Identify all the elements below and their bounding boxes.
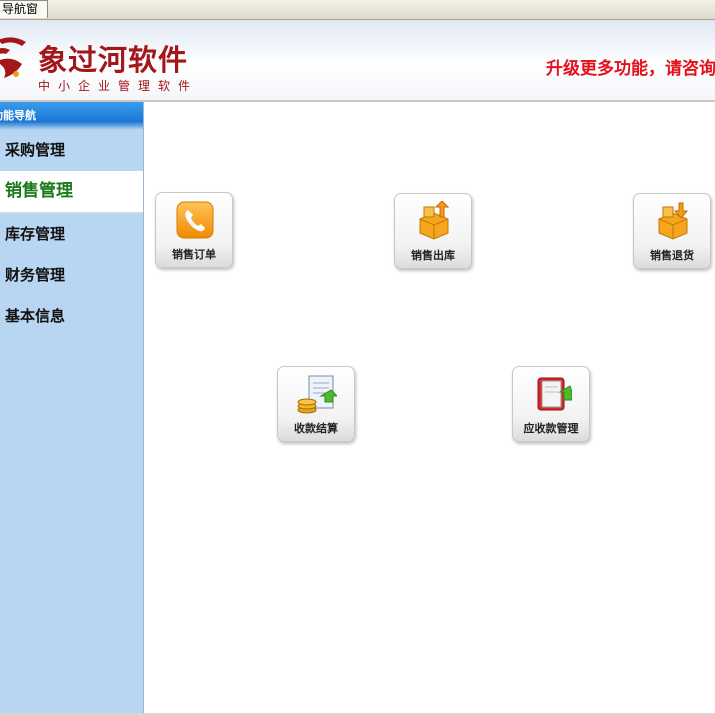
sales-order-button[interactable]: 销售订单 <box>155 192 233 268</box>
payment-settlement-button[interactable]: 收款结算 <box>277 366 355 442</box>
sidebar: 功能导航 采购管理 销售管理 库存管理 财务管理 基本信息 <box>0 102 144 713</box>
app-header: 象过河软件 中小企业管理软件 升级更多功能，请咨询 4 <box>0 20 715 102</box>
sales-outbound-button[interactable]: 销售出库 <box>394 193 472 269</box>
receivable-book-icon <box>537 377 572 411</box>
sidebar-item-inventory[interactable]: 库存管理 <box>0 214 143 255</box>
coins-document-icon <box>297 375 337 414</box>
brand-subtitle: 中小企业管理软件 <box>38 79 199 93</box>
upgrade-promo[interactable]: 升级更多功能，请咨询 4 <box>546 54 715 79</box>
sidebar-item-finance[interactable]: 财务管理 <box>0 255 143 296</box>
tile-label: 收款结算 <box>294 422 338 435</box>
tab-strip: 导航窗 <box>0 0 715 20</box>
sidebar-item-purchase[interactable]: 采购管理 <box>0 130 143 171</box>
phone-icon <box>176 201 214 239</box>
tile-label: 销售退货 <box>650 249 694 262</box>
box-out-icon <box>419 201 450 240</box>
sales-return-button[interactable]: 销售退货 <box>633 193 711 269</box>
tile-label: 销售出库 <box>411 249 455 262</box>
sidebar-item-sales[interactable]: 销售管理 <box>0 171 143 214</box>
tab-navigation[interactable]: 导航窗 <box>0 0 48 18</box>
brand-name: 象过河软件 <box>38 43 189 77</box>
tile-label: 应收款管理 <box>523 422 579 435</box>
tile-label: 销售订单 <box>172 248 216 261</box>
box-return-icon <box>658 202 689 240</box>
receivables-button[interactable]: 应收款管理 <box>512 366 590 442</box>
main-panel: 销售订单 销售出库 销售退货 收款结算 应收款管理 <box>144 102 715 713</box>
elephant-logo-icon <box>0 37 26 78</box>
sidebar-title: 功能导航 <box>0 102 143 130</box>
sidebar-item-basic-info[interactable]: 基本信息 <box>0 296 143 337</box>
